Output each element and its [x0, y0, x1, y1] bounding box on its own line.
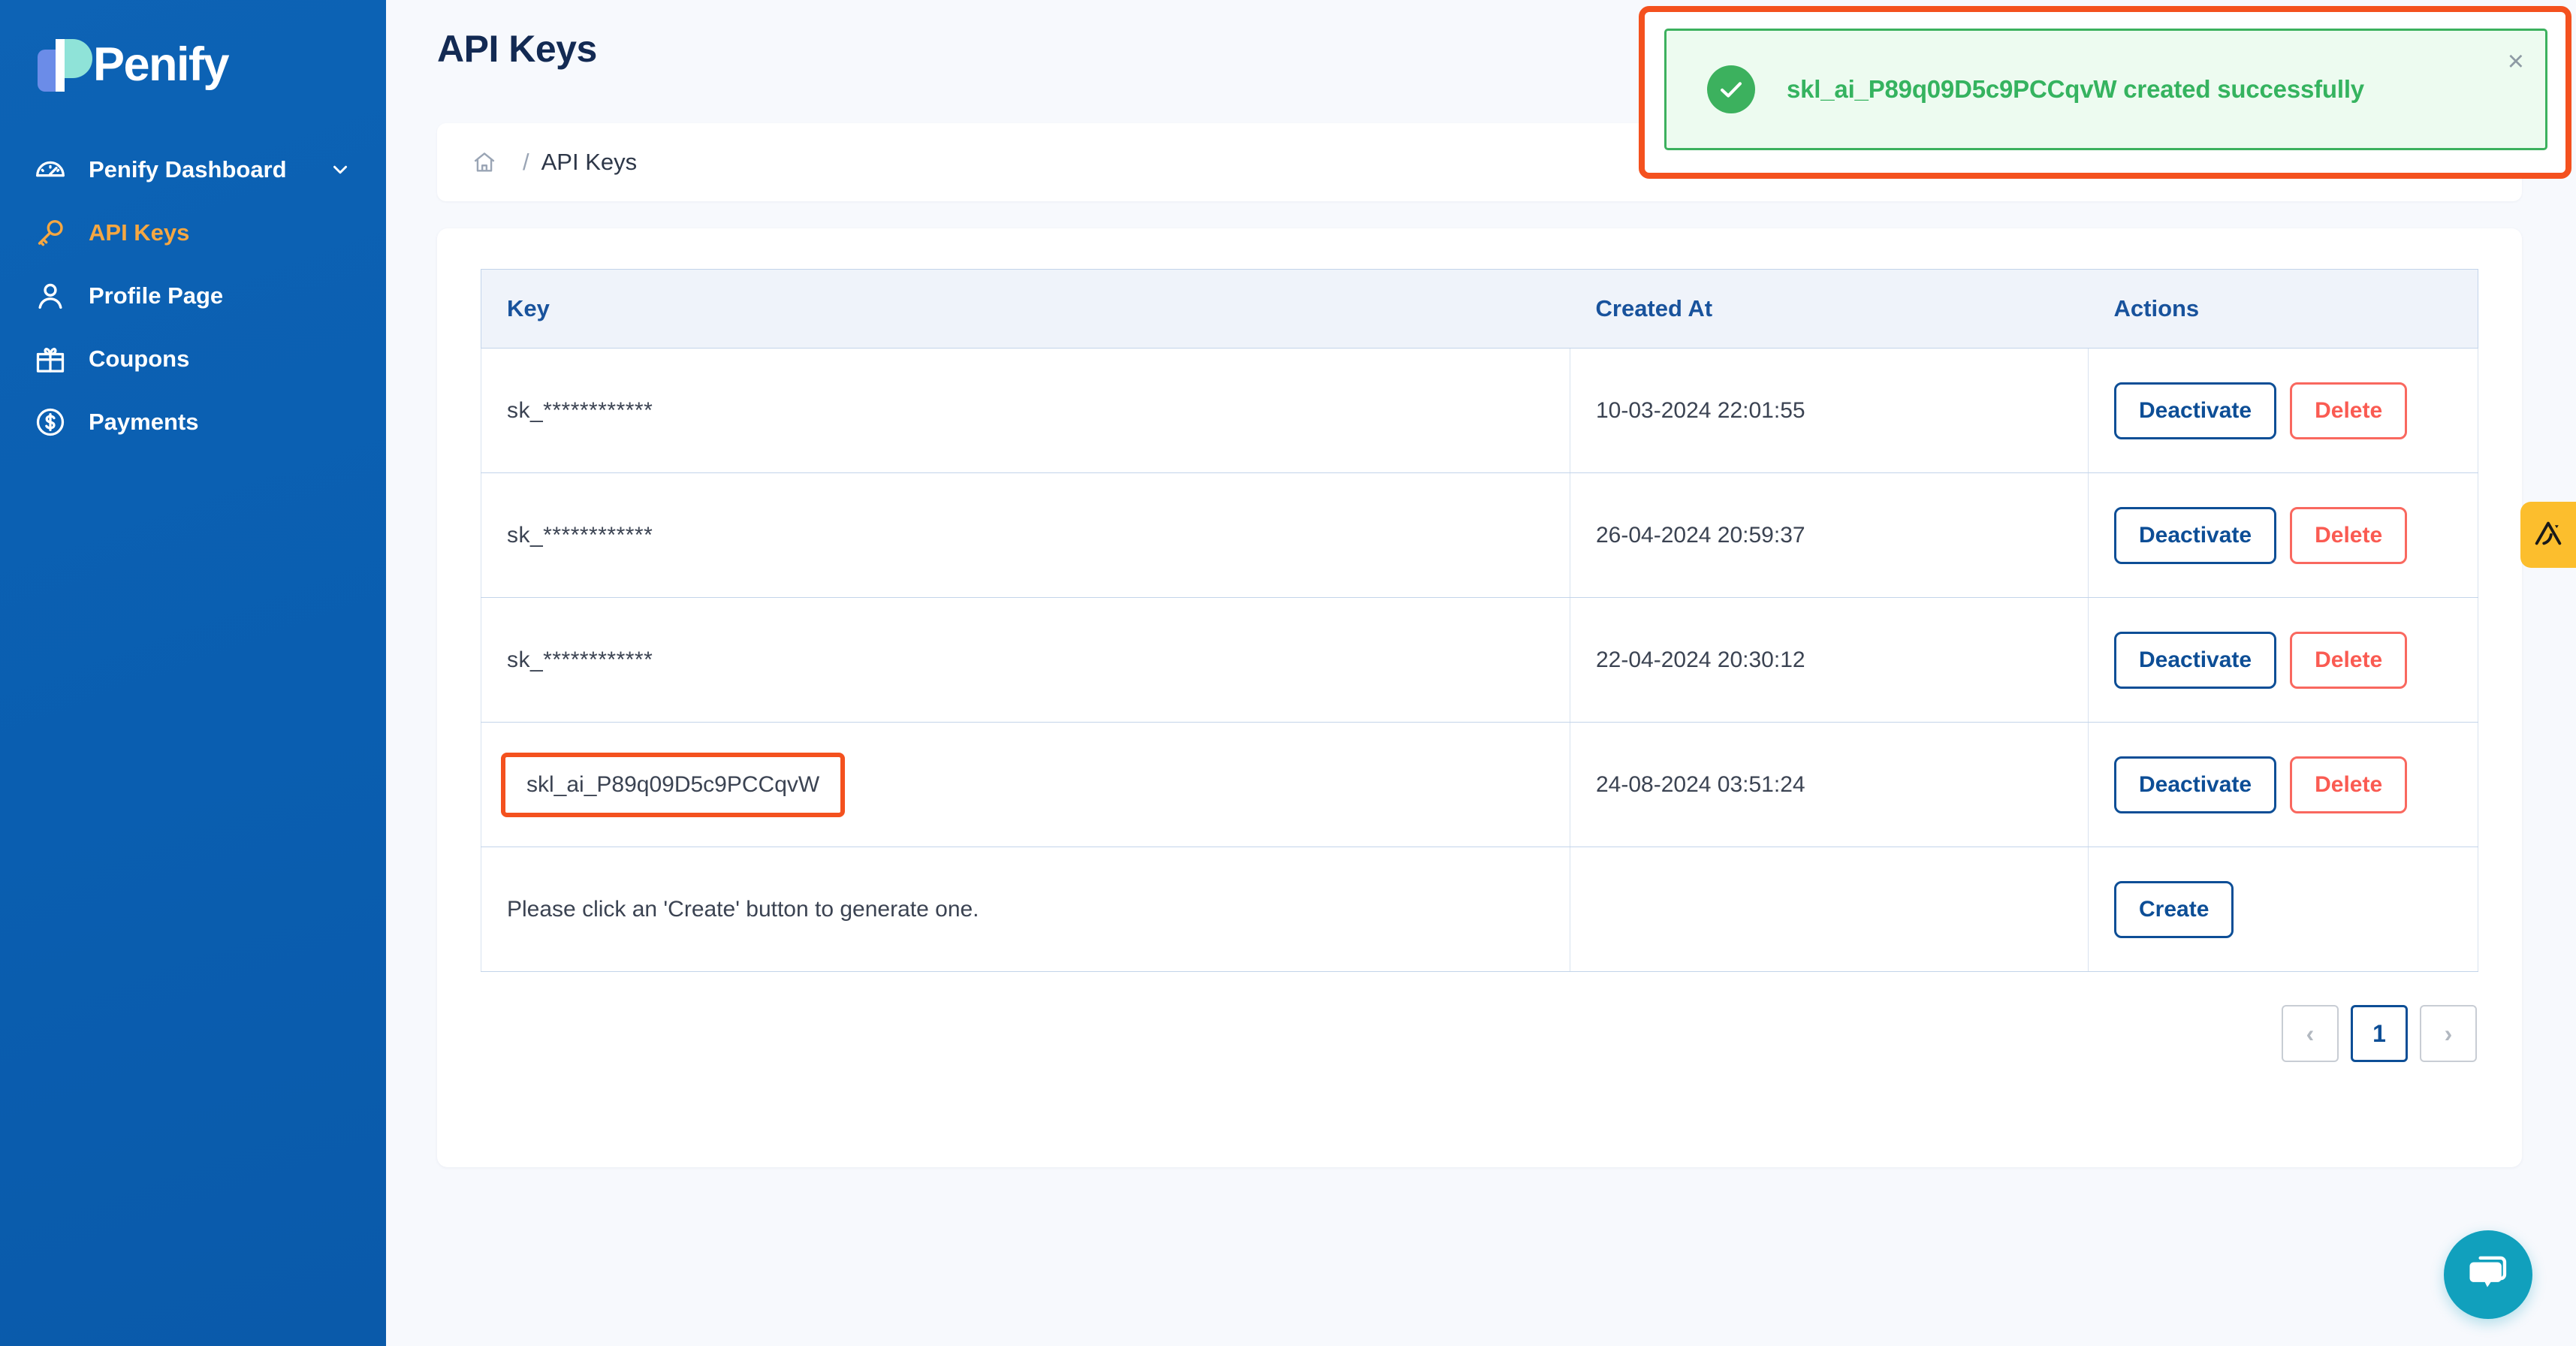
- side-tab-button[interactable]: [2520, 502, 2576, 568]
- cell-key: sk_************: [481, 472, 1570, 598]
- deactivate-button[interactable]: Deactivate: [2114, 506, 2277, 564]
- main-content: API Keys / API Keys Key Created At Actio…: [386, 0, 2576, 1346]
- sidebar-item-label: Profile Page: [89, 282, 224, 309]
- deactivate-button[interactable]: Deactivate: [2114, 382, 2277, 439]
- success-toast: skl_ai_P89q09D5c9PCCqvW created successf…: [1664, 29, 2547, 150]
- gift-icon: [33, 342, 68, 376]
- sidebar-nav: Penify Dashboard API Keys Profile Page C…: [0, 138, 386, 454]
- table-row: sk_************ 10-03-2024 22:01:55 Deac…: [481, 348, 2478, 473]
- sidebar-item-payments[interactable]: Payments: [0, 391, 386, 454]
- home-icon[interactable]: [472, 149, 497, 175]
- table-header: Key Created At Actions: [481, 269, 2478, 349]
- chevron-down-icon[interactable]: [327, 157, 353, 183]
- breadcrumb: / API Keys: [472, 149, 637, 176]
- deactivate-button[interactable]: Deactivate: [2114, 631, 2277, 689]
- cell-actions: Deactivate Delete: [2088, 472, 2478, 598]
- table-row: sk_************ 26-04-2024 20:59:37 Deac…: [481, 472, 2478, 598]
- table-body: sk_************ 10-03-2024 22:01:55 Deac…: [481, 348, 2478, 972]
- sidebar-item-api-keys[interactable]: API Keys: [0, 201, 386, 264]
- column-header-created-at: Created At: [1570, 269, 2089, 349]
- app-root: Penify Penify Dashboard API Keys Profile…: [0, 0, 2576, 1346]
- cell-created-at: 22-04-2024 20:30:12: [1570, 597, 2089, 723]
- penify-logo-icon: [33, 36, 96, 92]
- api-key-value: sk_************: [507, 647, 653, 672]
- cell-key: skl_ai_P89q09D5c9PCCqvW: [481, 722, 1570, 847]
- brand-logo[interactable]: Penify: [0, 0, 386, 99]
- sidebar: Penify Penify Dashboard API Keys Profile…: [0, 0, 386, 1346]
- table-row: sk_************ 22-04-2024 20:30:12 Deac…: [481, 597, 2478, 723]
- deactivate-button[interactable]: Deactivate: [2114, 756, 2277, 813]
- sidebar-item-label: API Keys: [89, 219, 190, 246]
- sidebar-item-penify-dashboard[interactable]: Penify Dashboard: [0, 138, 386, 201]
- pagination: ‹ 1 ›: [481, 1005, 2478, 1062]
- sidebar-item-label: Coupons: [89, 346, 190, 372]
- column-header-key: Key: [481, 269, 1570, 349]
- breadcrumb-separator: /: [523, 149, 529, 175]
- pagination-prev-button[interactable]: ‹: [2282, 1005, 2339, 1062]
- create-button[interactable]: Create: [2114, 880, 2234, 938]
- api-key-value: skl_ai_P89q09D5c9PCCqvW: [526, 771, 820, 797]
- api-keys-table: Key Created At Actions sk_************ 1…: [481, 269, 2478, 972]
- api-key-value: sk_************: [507, 522, 653, 548]
- sidebar-item-label: Penify Dashboard: [89, 156, 287, 183]
- close-icon[interactable]: ×: [2508, 47, 2524, 76]
- sidebar-item-coupons[interactable]: Coupons: [0, 327, 386, 391]
- cell-created-at: 10-03-2024 22:01:55: [1570, 348, 2089, 473]
- api-keys-card: Key Created At Actions sk_************ 1…: [437, 228, 2522, 1167]
- cell-created-at: 24-08-2024 03:51:24: [1570, 722, 2089, 847]
- user-icon: [33, 279, 68, 313]
- delete-button[interactable]: Delete: [2290, 382, 2408, 439]
- create-hint-text: Please click an 'Create' button to gener…: [481, 847, 1570, 972]
- table-row-create: Please click an 'Create' button to gener…: [481, 847, 2478, 972]
- check-circle-icon: [1707, 65, 1755, 113]
- cell-key: sk_************: [481, 348, 1570, 473]
- delete-button[interactable]: Delete: [2290, 506, 2408, 564]
- cell-actions: Deactivate Delete: [2088, 597, 2478, 723]
- chat-bubbles-icon: [2465, 1250, 2511, 1300]
- key-icon: [33, 216, 68, 250]
- delete-button[interactable]: Delete: [2290, 631, 2408, 689]
- pagination-next-button[interactable]: ›: [2420, 1005, 2477, 1062]
- cell-actions: Deactivate Delete: [2088, 722, 2478, 847]
- toast-message: skl_ai_P89q09D5c9PCCqvW created successf…: [1787, 75, 2364, 103]
- column-header-actions: Actions: [2088, 269, 2478, 349]
- gauge-icon: [33, 152, 68, 187]
- chat-widget-button[interactable]: [2444, 1230, 2532, 1319]
- delete-button[interactable]: Delete: [2290, 756, 2408, 813]
- breadcrumb-current: API Keys: [541, 149, 638, 175]
- cell-created-at: 26-04-2024 20:59:37: [1570, 472, 2089, 598]
- brand-name: Penify: [93, 38, 230, 91]
- sidebar-item-profile-page[interactable]: Profile Page: [0, 264, 386, 327]
- apex-logo-icon: [2531, 516, 2565, 554]
- cell-created-at-empty: [1570, 847, 2089, 972]
- sidebar-item-label: Payments: [89, 409, 199, 435]
- api-key-value: sk_************: [507, 397, 653, 423]
- toast-annotation-frame: skl_ai_P89q09D5c9PCCqvW created successf…: [1639, 6, 2571, 179]
- table-row: skl_ai_P89q09D5c9PCCqvW 24-08-2024 03:51…: [481, 722, 2478, 847]
- pagination-page-1[interactable]: 1: [2351, 1005, 2408, 1062]
- cell-actions: Create: [2088, 847, 2478, 972]
- dollar-circle-icon: [33, 405, 68, 439]
- new-api-key-highlight: skl_ai_P89q09D5c9PCCqvW: [501, 752, 846, 817]
- cell-actions: Deactivate Delete: [2088, 348, 2478, 473]
- cell-key: sk_************: [481, 597, 1570, 723]
